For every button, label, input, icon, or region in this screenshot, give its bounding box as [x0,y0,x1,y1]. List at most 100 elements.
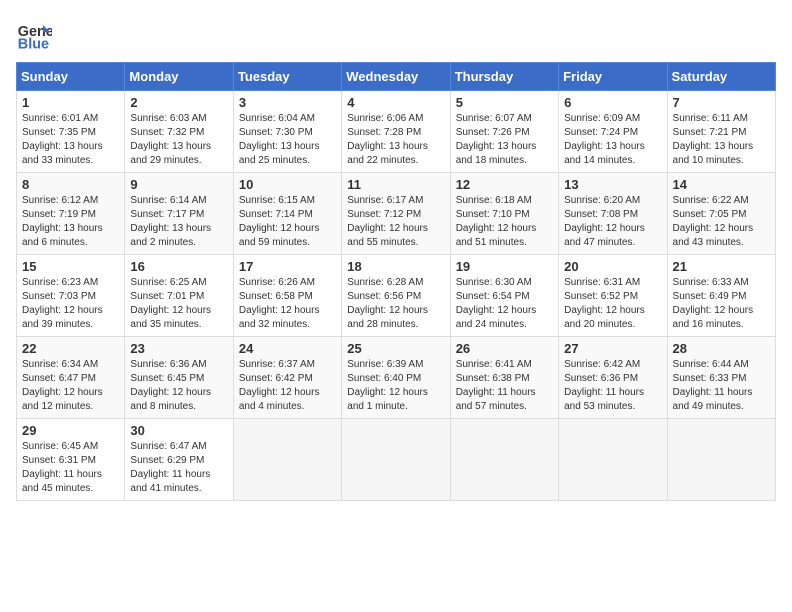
calendar-cell: 1 Sunrise: 6:01 AM Sunset: 7:35 PM Daylig… [17,91,125,173]
day-info: Sunrise: 6:11 AM Sunset: 7:21 PM Dayligh… [673,112,770,168]
weekday-header-sunday: Sunday [17,63,125,91]
weekday-header-saturday: Saturday [667,63,775,91]
calendar-cell: 28Sunrise: 6:44 AM Sunset: 6:33 PM Dayli… [667,337,775,419]
day-number: 4 [347,95,444,110]
calendar-cell: 2 Sunrise: 6:03 AM Sunset: 7:32 PM Daylig… [125,91,233,173]
weekday-header-thursday: Thursday [450,63,558,91]
day-number: 11 [347,177,444,192]
day-number: 27 [564,341,661,356]
calendar-cell: 16 Sunrise: 6:25 AM Sunset: 7:01 PM Dayli… [125,255,233,337]
day-info: Sunrise: 6:28 AM Sunset: 6:56 PM Dayligh… [347,276,444,332]
calendar-cell: 30 Sunrise: 6:47 AM Sunset: 6:29 PM Dayli… [125,419,233,501]
day-info: Sunrise: 6:41 AM Sunset: 6:38 PM Dayligh… [456,358,553,414]
day-info: Sunrise: 6:34 AM Sunset: 6:47 PM Dayligh… [22,358,119,414]
day-number: 13 [564,177,661,192]
logo: General Blue [16,16,56,52]
day-number: 2 [130,95,227,110]
calendar-cell: 24Sunrise: 6:37 AM Sunset: 6:42 PM Dayli… [233,337,341,419]
day-number: 25 [347,341,444,356]
calendar-cell: 22 Sunrise: 6:34 AM Sunset: 6:47 PM Dayli… [17,337,125,419]
calendar-cell: 26 Sunrise: 6:41 AM Sunset: 6:38 PM Dayli… [450,337,558,419]
day-number: 8 [22,177,119,192]
day-number: 18 [347,259,444,274]
calendar-cell: 3 Sunrise: 6:04 AM Sunset: 7:30 PM Daylig… [233,91,341,173]
calendar-table: SundayMondayTuesdayWednesdayThursdayFrid… [16,62,776,501]
day-number: 14 [673,177,770,192]
day-info: Sunrise: 6:09 AM Sunset: 7:24 PM Dayligh… [564,112,661,168]
day-number: 21 [673,259,770,274]
day-info: Sunrise: 6:20 AM Sunset: 7:08 PM Dayligh… [564,194,661,250]
calendar-cell: 25 Sunrise: 6:39 AM Sunset: 6:40 PM Dayli… [342,337,450,419]
logo-icon: General Blue [16,16,52,52]
day-info: Sunrise: 6:14 AM Sunset: 7:17 PM Dayligh… [130,194,227,250]
calendar-cell: 9 Sunrise: 6:14 AM Sunset: 7:17 PM Daylig… [125,173,233,255]
day-number: 19 [456,259,553,274]
day-number: 12 [456,177,553,192]
day-info: Sunrise: 6:01 AM Sunset: 7:35 PM Dayligh… [22,112,119,168]
day-info: Sunrise: 6:33 AM Sunset: 6:49 PM Dayligh… [673,276,770,332]
calendar-cell [233,419,341,501]
calendar-cell: 21 Sunrise: 6:33 AM Sunset: 6:49 PM Dayli… [667,255,775,337]
day-info: Sunrise: 6:06 AM Sunset: 7:28 PM Dayligh… [347,112,444,168]
day-info: Sunrise: 6:12 AM Sunset: 7:19 PM Dayligh… [22,194,119,250]
day-info: Sunrise: 6:15 AM Sunset: 7:14 PM Dayligh… [239,194,336,250]
day-number: 10 [239,177,336,192]
day-info: Sunrise: 6:39 AM Sunset: 6:40 PM Dayligh… [347,358,444,414]
day-number: 6 [564,95,661,110]
day-number: 26 [456,341,553,356]
calendar-cell [450,419,558,501]
day-number: 29 [22,423,119,438]
weekday-header-friday: Friday [559,63,667,91]
day-info: Sunrise: 6:45 AM Sunset: 6:31 PM Dayligh… [22,440,119,496]
calendar-cell: 5 Sunrise: 6:07 AM Sunset: 7:26 PM Daylig… [450,91,558,173]
day-info: Sunrise: 6:25 AM Sunset: 7:01 PM Dayligh… [130,276,227,332]
day-number: 22 [22,341,119,356]
svg-text:Blue: Blue [18,36,49,52]
day-info: Sunrise: 6:36 AM Sunset: 6:45 PM Dayligh… [130,358,227,414]
calendar-cell: 17 Sunrise: 6:26 AM Sunset: 6:58 PM Dayli… [233,255,341,337]
calendar-cell: 15 Sunrise: 6:23 AM Sunset: 7:03 PM Dayli… [17,255,125,337]
weekday-header-wednesday: Wednesday [342,63,450,91]
day-number: 28 [673,341,770,356]
day-info: Sunrise: 6:37 AM Sunset: 6:42 PM Dayligh… [239,358,336,414]
day-number: 17 [239,259,336,274]
day-info: Sunrise: 6:18 AM Sunset: 7:10 PM Dayligh… [456,194,553,250]
calendar-week-row: 15 Sunrise: 6:23 AM Sunset: 7:03 PM Dayli… [17,255,776,337]
calendar-cell: 23 Sunrise: 6:36 AM Sunset: 6:45 PM Dayli… [125,337,233,419]
calendar-cell: 12 Sunrise: 6:18 AM Sunset: 7:10 PM Dayli… [450,173,558,255]
calendar-cell [342,419,450,501]
calendar-cell: 29 Sunrise: 6:45 AM Sunset: 6:31 PM Dayli… [17,419,125,501]
day-number: 3 [239,95,336,110]
calendar-cell: 27Sunrise: 6:42 AM Sunset: 6:36 PM Dayli… [559,337,667,419]
calendar-cell: 11 Sunrise: 6:17 AM Sunset: 7:12 PM Dayli… [342,173,450,255]
day-number: 30 [130,423,227,438]
day-number: 9 [130,177,227,192]
day-info: Sunrise: 6:22 AM Sunset: 7:05 PM Dayligh… [673,194,770,250]
day-number: 1 [22,95,119,110]
day-number: 15 [22,259,119,274]
calendar-header-row: SundayMondayTuesdayWednesdayThursdayFrid… [17,63,776,91]
day-info: Sunrise: 6:23 AM Sunset: 7:03 PM Dayligh… [22,276,119,332]
weekday-header-tuesday: Tuesday [233,63,341,91]
day-info: Sunrise: 6:17 AM Sunset: 7:12 PM Dayligh… [347,194,444,250]
day-number: 7 [673,95,770,110]
day-number: 20 [564,259,661,274]
calendar-cell: 18 Sunrise: 6:28 AM Sunset: 6:56 PM Dayli… [342,255,450,337]
day-info: Sunrise: 6:04 AM Sunset: 7:30 PM Dayligh… [239,112,336,168]
day-info: Sunrise: 6:31 AM Sunset: 6:52 PM Dayligh… [564,276,661,332]
day-number: 23 [130,341,227,356]
weekday-header-monday: Monday [125,63,233,91]
calendar-cell: 19Sunrise: 6:30 AM Sunset: 6:54 PM Dayli… [450,255,558,337]
calendar-cell: 14 Sunrise: 6:22 AM Sunset: 7:05 PM Dayli… [667,173,775,255]
calendar-cell [559,419,667,501]
day-info: Sunrise: 6:47 AM Sunset: 6:29 PM Dayligh… [130,440,227,496]
calendar-cell [667,419,775,501]
day-number: 16 [130,259,227,274]
day-number: 5 [456,95,553,110]
day-info: Sunrise: 6:07 AM Sunset: 7:26 PM Dayligh… [456,112,553,168]
day-info: Sunrise: 6:26 AM Sunset: 6:58 PM Dayligh… [239,276,336,332]
calendar-week-row: 22 Sunrise: 6:34 AM Sunset: 6:47 PM Dayli… [17,337,776,419]
calendar-week-row: 29 Sunrise: 6:45 AM Sunset: 6:31 PM Dayli… [17,419,776,501]
calendar-cell: 4 Sunrise: 6:06 AM Sunset: 7:28 PM Daylig… [342,91,450,173]
day-info: Sunrise: 6:03 AM Sunset: 7:32 PM Dayligh… [130,112,227,168]
